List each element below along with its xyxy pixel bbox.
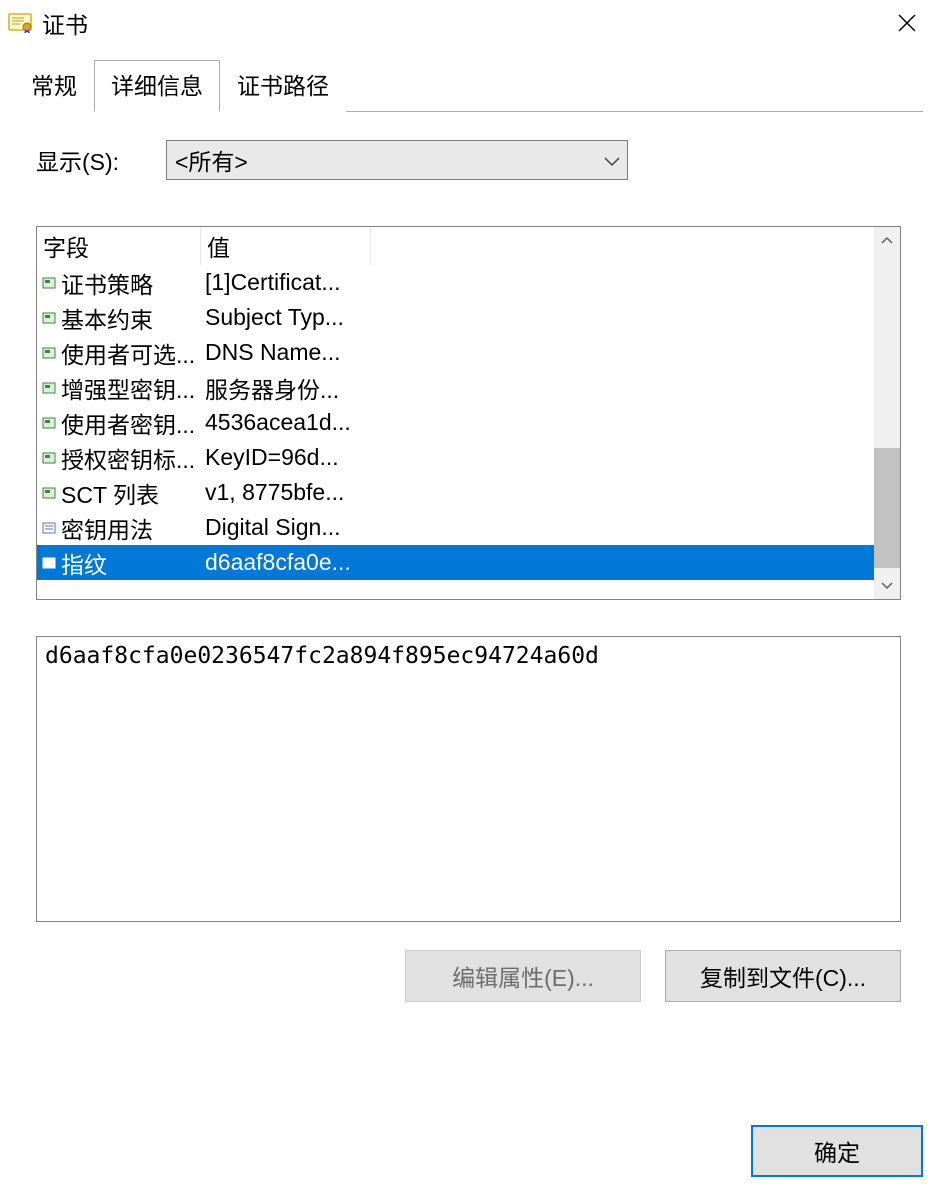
table-row[interactable]: 基本约束 Subject Typ... <box>37 300 874 335</box>
table-row[interactable]: 使用者可选...DNS Name... <box>37 335 874 370</box>
extension-icon <box>41 486 57 500</box>
row-value-text: d6aaf8cfa0e... <box>201 549 371 576</box>
titlebar: 证书 <box>0 0 937 46</box>
header-value[interactable]: 值 <box>201 227 371 265</box>
row-value-text: 4536acea1d... <box>201 409 371 436</box>
row-value-text: Digital Sign... <box>201 514 371 541</box>
table-row[interactable]: 密钥用法 Digital Sign... <box>37 510 874 545</box>
close-icon <box>897 13 917 33</box>
details-panel: 显示(S): <所有> 字段 值 证书策略 [1]Certificat... 基本约… <box>0 112 937 1109</box>
table-row[interactable]: SCT 列表 v1, 8775bfe... <box>37 475 874 510</box>
scroll-track[interactable] <box>874 253 900 573</box>
row-value-text: v1, 8775bfe... <box>201 479 371 506</box>
value-detail-box[interactable]: d6aaf8cfa0e0236547fc2a894f895ec94724a60d <box>36 636 901 922</box>
listview-header: 字段 值 <box>37 227 874 265</box>
tab-cert-path[interactable]: 证书路径 <box>220 60 346 112</box>
extension-icon <box>41 311 57 325</box>
table-row[interactable]: 增强型密钥...服务器身份... <box>37 370 874 405</box>
header-field[interactable]: 字段 <box>37 227 201 265</box>
tab-general[interactable]: 常规 <box>14 60 94 112</box>
extension-icon <box>41 416 57 430</box>
row-field-text: 增强型密钥... <box>61 371 195 405</box>
window-title: 证书 <box>42 6 885 40</box>
show-select-value: <所有> <box>166 140 628 180</box>
scroll-thumb[interactable] <box>874 448 900 568</box>
row-field-text: SCT 列表 <box>61 476 159 510</box>
listview-rows: 证书策略[1]Certificat...基本约束Subject Typ...使用… <box>37 265 874 599</box>
dialog-footer: 确定 <box>0 1109 937 1193</box>
row-field-text: 使用者密钥... <box>61 406 195 440</box>
row-value-text: DNS Name... <box>201 339 371 366</box>
row-field-text: 指纹 <box>61 546 107 580</box>
value-detail-text: d6aaf8cfa0e0236547fc2a894f895ec94724a60d <box>45 643 599 669</box>
show-select[interactable]: <所有> <box>166 140 628 180</box>
show-row: 显示(S): <所有> <box>36 140 901 180</box>
table-row[interactable]: 指纹 d6aaf8cfa0e... <box>37 545 874 580</box>
certificate-dialog: 证书 常规 详细信息 证书路径 显示(S): <所有> <box>0 0 937 1193</box>
close-button[interactable] <box>885 1 929 45</box>
row-field-text: 授权密钥标... <box>61 441 195 475</box>
table-row[interactable]: 证书策略 [1]Certificat... <box>37 265 874 300</box>
show-label: 显示(S): <box>36 143 166 177</box>
ok-button[interactable]: 确定 <box>751 1125 923 1177</box>
extension-icon <box>41 556 57 570</box>
table-row[interactable]: 授权密钥标...KeyID=96d... <box>37 440 874 475</box>
scroll-down-button[interactable] <box>874 573 900 599</box>
extension-icon <box>41 451 57 465</box>
certificate-icon <box>6 11 34 35</box>
action-buttons: 编辑属性(E)... 复制到文件(C)... <box>36 950 901 1002</box>
table-row[interactable]: 使用者密钥...4536acea1d... <box>37 405 874 440</box>
copy-to-file-button[interactable]: 复制到文件(C)... <box>665 950 901 1002</box>
row-value-text: [1]Certificat... <box>201 269 371 296</box>
fields-listview[interactable]: 字段 值 证书策略 [1]Certificat... 基本约束 Subject Typ… <box>36 226 901 600</box>
row-value-text: Subject Typ... <box>201 304 371 331</box>
row-value-text: 服务器身份... <box>201 371 371 405</box>
row-field-text: 证书策略 <box>61 266 153 300</box>
extension-icon <box>41 521 57 535</box>
tabs: 常规 详细信息 证书路径 <box>14 60 923 112</box>
extension-icon <box>41 276 57 290</box>
row-field-text: 使用者可选... <box>61 336 195 370</box>
row-field-text: 密钥用法 <box>61 511 153 545</box>
scroll-up-button[interactable] <box>874 227 900 253</box>
row-field-text: 基本约束 <box>61 301 153 335</box>
tab-details[interactable]: 详细信息 <box>94 60 220 112</box>
listview-scrollbar[interactable] <box>874 227 900 599</box>
row-value-text: KeyID=96d... <box>201 444 371 471</box>
extension-icon <box>41 381 57 395</box>
edit-properties-button: 编辑属性(E)... <box>405 950 641 1002</box>
tabs-container: 常规 详细信息 证书路径 <box>0 46 937 112</box>
extension-icon <box>41 346 57 360</box>
